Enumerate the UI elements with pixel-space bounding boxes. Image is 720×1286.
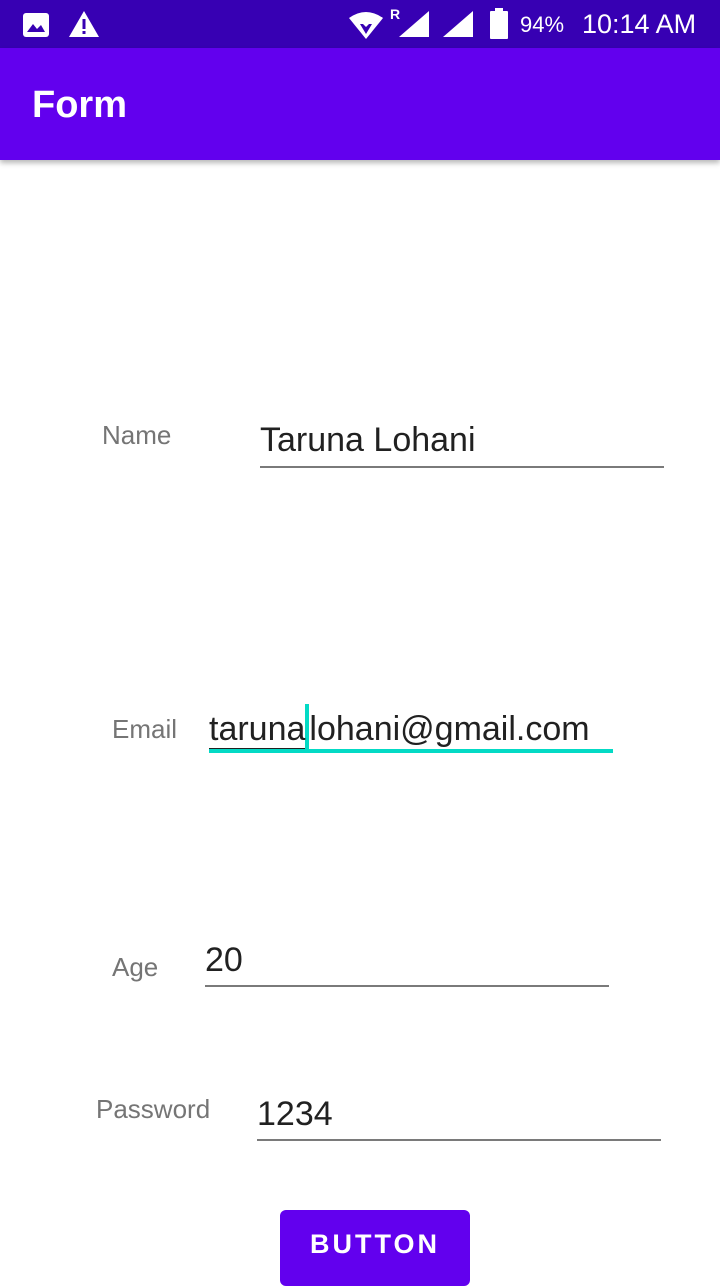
password-field[interactable]: 1234 bbox=[257, 1092, 661, 1142]
password-label: Password bbox=[96, 1094, 211, 1124]
age-field[interactable]: 20 bbox=[205, 938, 609, 988]
app-title: Form bbox=[32, 84, 127, 126]
name-label: Name bbox=[102, 420, 172, 450]
email-text-before-cursor: taruna bbox=[209, 710, 306, 748]
name-value: Taruna Lohani bbox=[260, 421, 476, 459]
age-label: Age bbox=[112, 952, 159, 982]
email-field[interactable]: taruna lohani@gmail.com bbox=[209, 700, 613, 756]
app-bar: Form bbox=[0, 48, 720, 160]
battery-icon bbox=[489, 8, 509, 45]
password-underline bbox=[257, 1139, 661, 1141]
email-underline bbox=[209, 749, 613, 753]
email-value: taruna lohani@gmail.com bbox=[209, 704, 590, 750]
signal-icon-secondary bbox=[442, 10, 474, 43]
battery-percent: 94% bbox=[520, 12, 565, 37]
submit-button-label: BUTTON bbox=[310, 1228, 440, 1259]
password-value: 1234 bbox=[257, 1095, 333, 1133]
name-underline bbox=[260, 466, 664, 468]
age-underline bbox=[205, 985, 609, 987]
status-bar: R 94% 10:14 AM bbox=[0, 0, 720, 48]
email-selected-word: taruna bbox=[209, 710, 306, 750]
age-value: 20 bbox=[205, 941, 243, 979]
email-label: Email bbox=[112, 714, 178, 744]
name-field[interactable]: Taruna Lohani bbox=[260, 420, 664, 470]
clock: 10:14 AM bbox=[582, 9, 697, 39]
wifi-icon bbox=[348, 10, 384, 45]
image-icon bbox=[22, 12, 50, 43]
email-text-after-cursor: lohani@gmail.com bbox=[309, 710, 590, 748]
warning-icon bbox=[68, 10, 100, 43]
submit-button[interactable]: BUTTON bbox=[280, 1210, 470, 1286]
signal-icon bbox=[398, 10, 430, 43]
